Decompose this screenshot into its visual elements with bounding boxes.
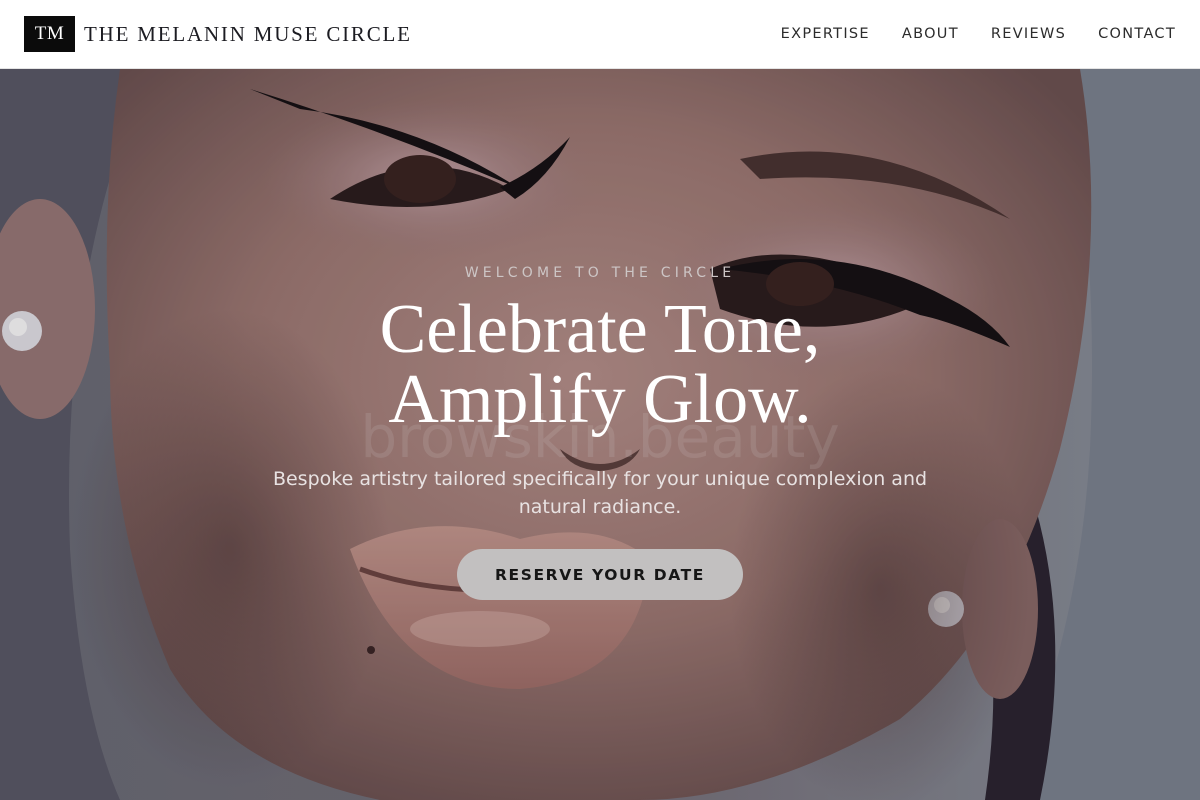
hero-section: browskin.beauty WELCOME TO THE CIRCLE Ce…: [0, 69, 1200, 800]
site-header: TM THE MELANIN MUSE CIRCLE EXPERTISE ABO…: [0, 0, 1200, 69]
hero-headline: Celebrate Tone, Amplify Glow.: [280, 295, 920, 435]
headline-line-2: Amplify Glow.: [388, 361, 812, 438]
reserve-date-button[interactable]: RESERVE YOUR DATE: [457, 549, 743, 600]
nav-contact[interactable]: CONTACT: [1098, 26, 1176, 42]
main-nav: EXPERTISE ABOUT REVIEWS CONTACT: [749, 26, 1176, 42]
nav-expertise[interactable]: EXPERTISE: [781, 26, 870, 42]
hero-subtext: Bespoke artistry tailored specifically f…: [272, 468, 928, 518]
nav-about[interactable]: ABOUT: [902, 26, 959, 42]
headline-line-1: Celebrate Tone,: [379, 291, 821, 368]
brand-name: THE MELANIN MUSE CIRCLE: [84, 21, 412, 46]
logo-mark: TM: [24, 16, 75, 52]
hero-eyebrow: WELCOME TO THE CIRCLE: [464, 265, 736, 281]
brand-link[interactable]: TM THE MELANIN MUSE CIRCLE: [24, 16, 412, 52]
nav-reviews[interactable]: REVIEWS: [991, 26, 1066, 42]
hero-content: WELCOME TO THE CIRCLE Celebrate Tone, Am…: [0, 265, 1200, 600]
